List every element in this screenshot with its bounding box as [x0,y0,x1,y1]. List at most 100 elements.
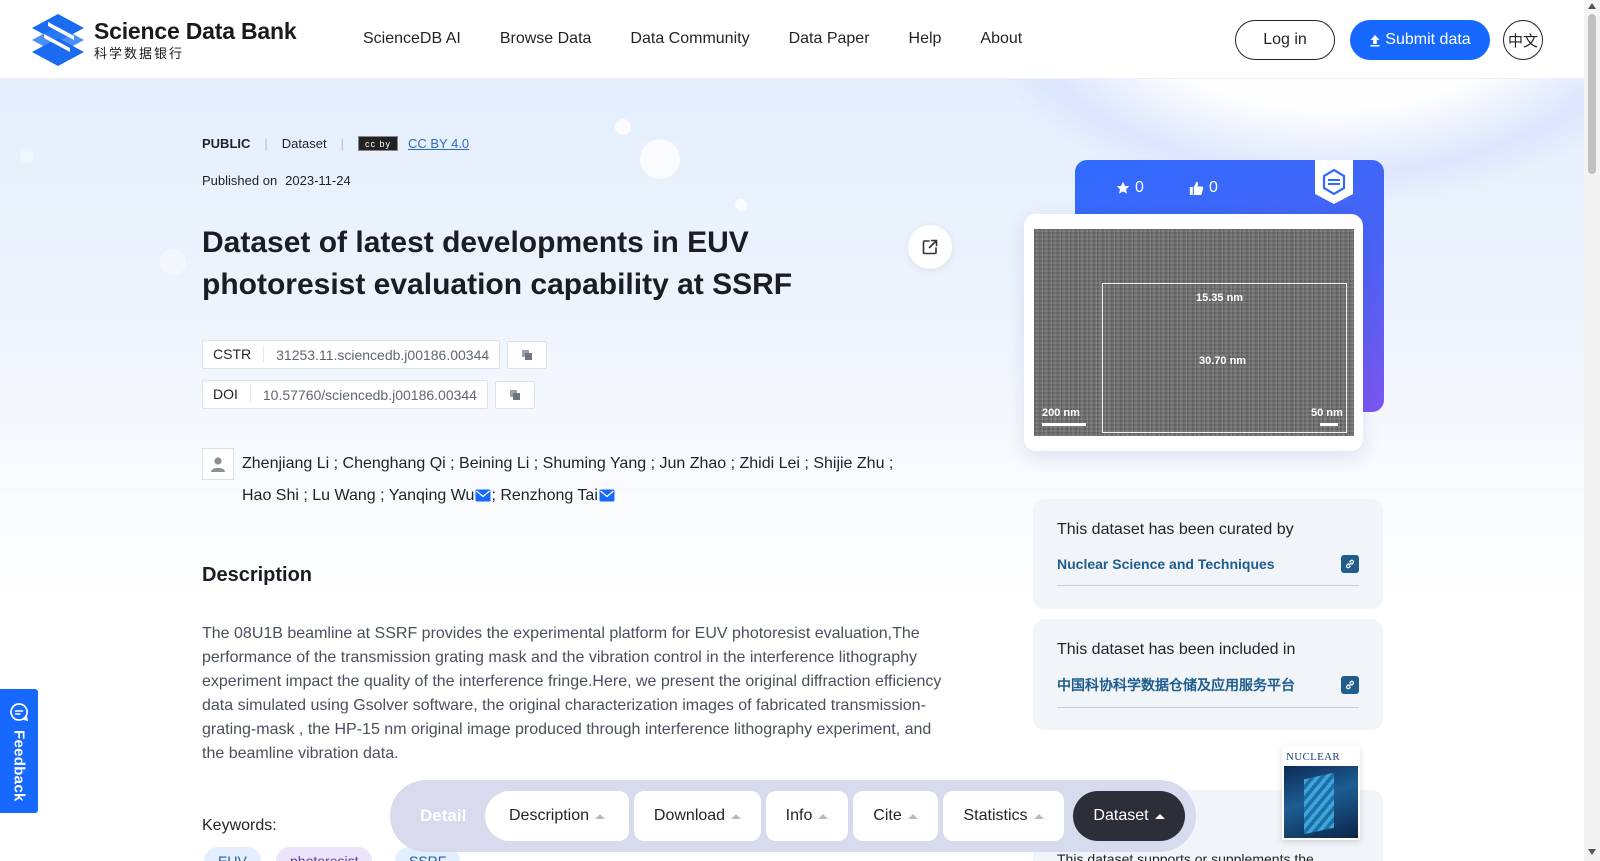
published-label: Published on [202,173,278,188]
thumbs-up-icon [1189,181,1204,195]
submit-data-label: Submit data [1385,31,1471,48]
keyword-tag[interactable]: EUV [204,847,261,861]
submit-data-button[interactable]: Submit data [1350,20,1490,60]
nav-sciencedb-ai[interactable]: ScienceDB AI [363,30,461,48]
tab-description[interactable]: Description [485,791,629,841]
journal-cover-title: NUCLEAR [1286,751,1341,763]
copy-cstr-button[interactable] [507,340,548,369]
doi-label: DOI [203,386,251,403]
doi-value[interactable]: 10.57760/sciencedb.j00186.00344 [251,387,487,403]
like-count-value: 0 [1209,179,1218,196]
published-value: 2023-11-24 [285,173,351,188]
tab-dataset[interactable]: Dataset [1073,791,1185,841]
published-date: Published on 2023-11-24 [202,173,351,188]
site-logo[interactable]: Science Data Bank 科学数据银行 [30,12,297,68]
authors-line: Zhenjiang Li ; Chenghang Qi ; Beining Li… [242,455,894,472]
included-card: This dataset has been included in 中国科协科学… [1033,619,1383,730]
divider: | [340,136,344,151]
scroll-up-icon[interactable] [1588,3,1596,9]
feedback-label: Feedback [10,730,28,802]
curated-card: This dataset has been curated by Nuclear… [1033,499,1383,609]
copy-icon [522,349,533,360]
tab-statistics[interactable]: Statistics [943,791,1064,841]
logo-subtitle: 科学数据银行 [94,46,185,61]
description-text: The 08U1B beamline at SSRF provides the … [202,625,942,762]
sciencedb-badge-icon [1315,160,1353,204]
section-tab-bar: Detail Description Download Info Cite St… [390,780,1196,852]
link-icon[interactable] [1341,676,1359,694]
authors-list: Zhenjiang Li ; Chenghang Qi ; Beining Li… [242,448,922,512]
dataset-title: Dataset of latest developments in EUV ph… [202,226,793,301]
scrollbar-thumb[interactable] [1588,14,1596,174]
dataset-type: Dataset [281,136,327,151]
star-icon [1116,181,1130,194]
authors-segment: ; Renzhong Tai [491,487,598,504]
tab-info[interactable]: Info [766,791,848,841]
chevron-up-icon [818,813,829,819]
chevron-up-icon [1033,813,1044,819]
nav-help[interactable]: Help [909,30,942,48]
cstr-box: CSTR 31253.11.sciencedb.j00186.00344 [202,340,501,369]
tab-label: Description [508,807,590,824]
nav-data-paper[interactable]: Data Paper [789,30,870,48]
sem-scale-bar [1042,423,1086,426]
molecule-decoration [640,139,680,179]
email-icon[interactable] [475,489,491,502]
keyword-tag[interactable]: photoresist [276,847,373,861]
molecule-decoration [615,119,631,135]
molecule-decoration [160,249,186,275]
link-icon[interactable] [1341,555,1359,573]
like-count[interactable]: 0 [1189,179,1218,197]
dataset-image-card[interactable]: 15.35 nm 30.70 nm 200 nm 50 nm [1024,214,1363,451]
login-button[interactable]: Log in [1235,20,1335,60]
sem-scale-label: 200 nm [1042,407,1080,419]
curated-link-row[interactable]: Nuclear Science and Techniques [1057,555,1359,586]
nav-browse-data[interactable]: Browse Data [500,30,592,48]
language-toggle-button[interactable]: 中文 [1503,20,1543,60]
tab-label: Cite [873,807,902,824]
scroll-down-icon[interactable] [1588,849,1596,855]
description-heading: Description [202,564,313,586]
license-link[interactable]: CC BY 4.0 [408,136,469,151]
chevron-up-icon [595,813,606,819]
external-link-icon [922,239,938,255]
molecule-decoration [20,149,34,163]
authors-segment: Hao Shi ; Lu Wang ; Yanqing Wu [242,487,475,504]
copy-doi-button[interactable] [494,380,535,409]
page-scrollbar[interactable] [1584,0,1600,861]
sem-label: 15.35 nm [1196,292,1244,304]
tab-cite[interactable]: Cite [853,791,938,841]
chevron-up-icon [1154,813,1165,819]
top-header: Science Data Bank 科学数据银行 ScienceDB AI Br… [0,0,1584,79]
user-icon [211,457,225,472]
star-count[interactable]: 0 [1116,179,1144,197]
included-link[interactable]: 中国科协科学数据仓储及应用服务平台 [1057,675,1295,695]
tab-label: Statistics [963,807,1028,824]
cstr-label: CSTR [203,346,265,363]
sem-scale-label: 50 nm [1311,407,1343,419]
nav-about[interactable]: About [980,30,1022,48]
sem-label: 30.70 nm [1199,355,1247,367]
cstr-row: CSTR 31253.11.sciencedb.j00186.00344 [202,340,548,369]
curated-link[interactable]: Nuclear Science and Techniques [1057,556,1275,572]
journal-support-text: This dataset supports or supplements the [1057,851,1314,861]
tab-detail-label: Detail [420,806,467,825]
feedback-icon [10,703,29,722]
authors-icon-box [202,448,234,480]
feedback-tab[interactable]: Feedback [0,689,38,813]
star-count-value: 0 [1135,179,1144,196]
email-icon[interactable] [599,489,615,502]
tab-download[interactable]: Download [634,791,761,841]
dataset-meta-row: PUBLIC | Dataset | cc by CC BY 4.0 [202,136,469,151]
doi-box: DOI 10.57760/sciencedb.j00186.00344 [202,380,488,409]
journal-cover-image[interactable]: NUCLEAR [1282,746,1360,840]
included-link-row[interactable]: 中国科协科学数据仓储及应用服务平台 [1057,675,1359,708]
divider: | [264,136,268,151]
main-nav: ScienceDB AI Browse Data Data Community … [363,30,1061,48]
curated-title: This dataset has been curated by [1057,521,1294,538]
upload-icon [1370,34,1380,46]
cstr-value[interactable]: 31253.11.sciencedb.j00186.00344 [264,347,499,363]
tab-label: Info [785,807,813,824]
share-button[interactable] [908,225,952,269]
nav-data-community[interactable]: Data Community [630,30,749,48]
